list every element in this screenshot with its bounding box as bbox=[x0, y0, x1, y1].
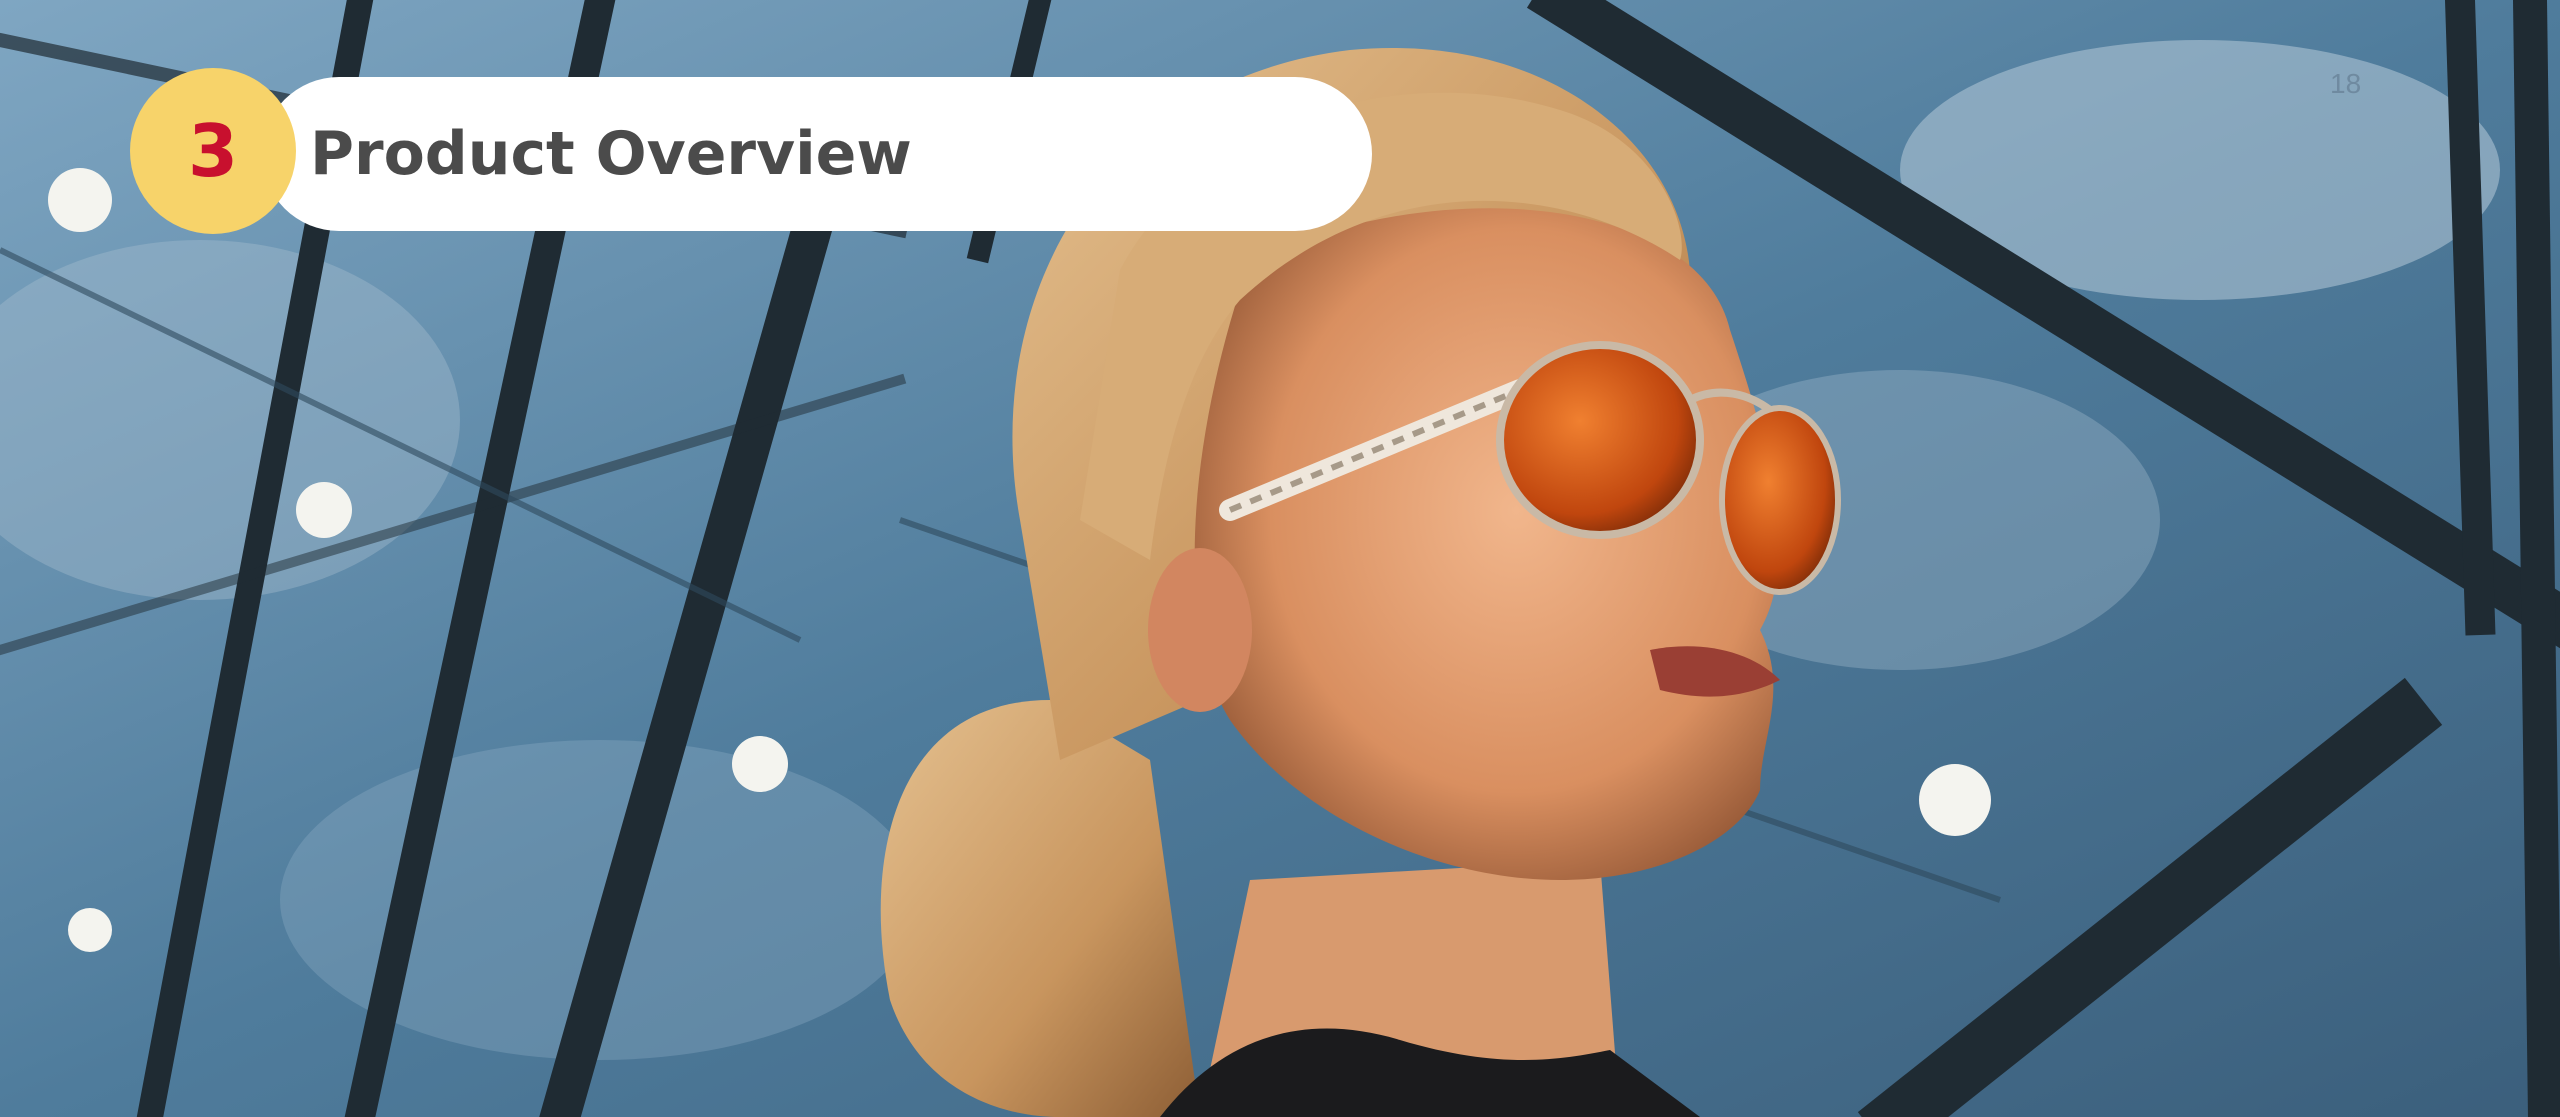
slide: Product Overview 3 18 bbox=[0, 0, 2560, 1117]
section-number: 3 bbox=[187, 109, 239, 193]
slide-title: Product Overview bbox=[310, 119, 912, 189]
section-number-badge: 3 bbox=[130, 68, 296, 234]
page-number: 18 bbox=[2330, 68, 2362, 99]
